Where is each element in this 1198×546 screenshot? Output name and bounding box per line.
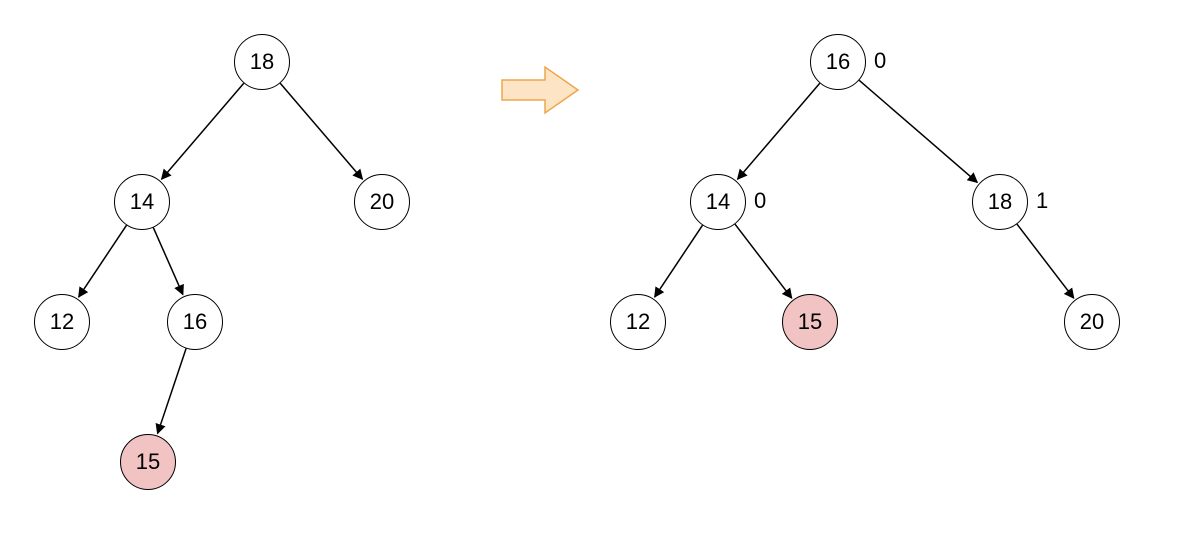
node-value: 15 (798, 309, 822, 335)
left-tree-node-root: 18 (234, 34, 290, 90)
node-value: 18 (988, 189, 1012, 215)
transition-arrow-icon (500, 65, 580, 115)
left-tree-node-r: 20 (354, 174, 410, 230)
node-value: 15 (136, 449, 160, 475)
node-value: 20 (1080, 309, 1104, 335)
left-tree-node-lrl: 15 (120, 434, 176, 490)
right-tree-node-lr: 15 (782, 294, 838, 350)
right-tree-node-rr: 20 (1064, 294, 1120, 350)
node-value: 16 (826, 49, 850, 75)
right-tree-node-l: 14 (690, 174, 746, 230)
node-value: 18 (250, 49, 274, 75)
node-value: 12 (50, 309, 74, 335)
right-tree-node-ll: 12 (610, 294, 666, 350)
right-tree-node-r: 18 (972, 174, 1028, 230)
left-tree-node-lr: 16 (167, 294, 223, 350)
edges-layer (0, 0, 1198, 546)
node-value: 20 (370, 189, 394, 215)
node-value: 14 (706, 189, 730, 215)
node-value: 12 (626, 309, 650, 335)
node-value: 14 (130, 189, 154, 215)
balance-label-r: 1 (1036, 188, 1048, 214)
balance-label-root: 0 (874, 48, 886, 74)
node-value: 16 (183, 309, 207, 335)
left-tree-node-l: 14 (114, 174, 170, 230)
balance-label-l: 0 (754, 188, 766, 214)
left-tree-node-ll: 12 (34, 294, 90, 350)
right-tree-node-root: 16 (810, 34, 866, 90)
